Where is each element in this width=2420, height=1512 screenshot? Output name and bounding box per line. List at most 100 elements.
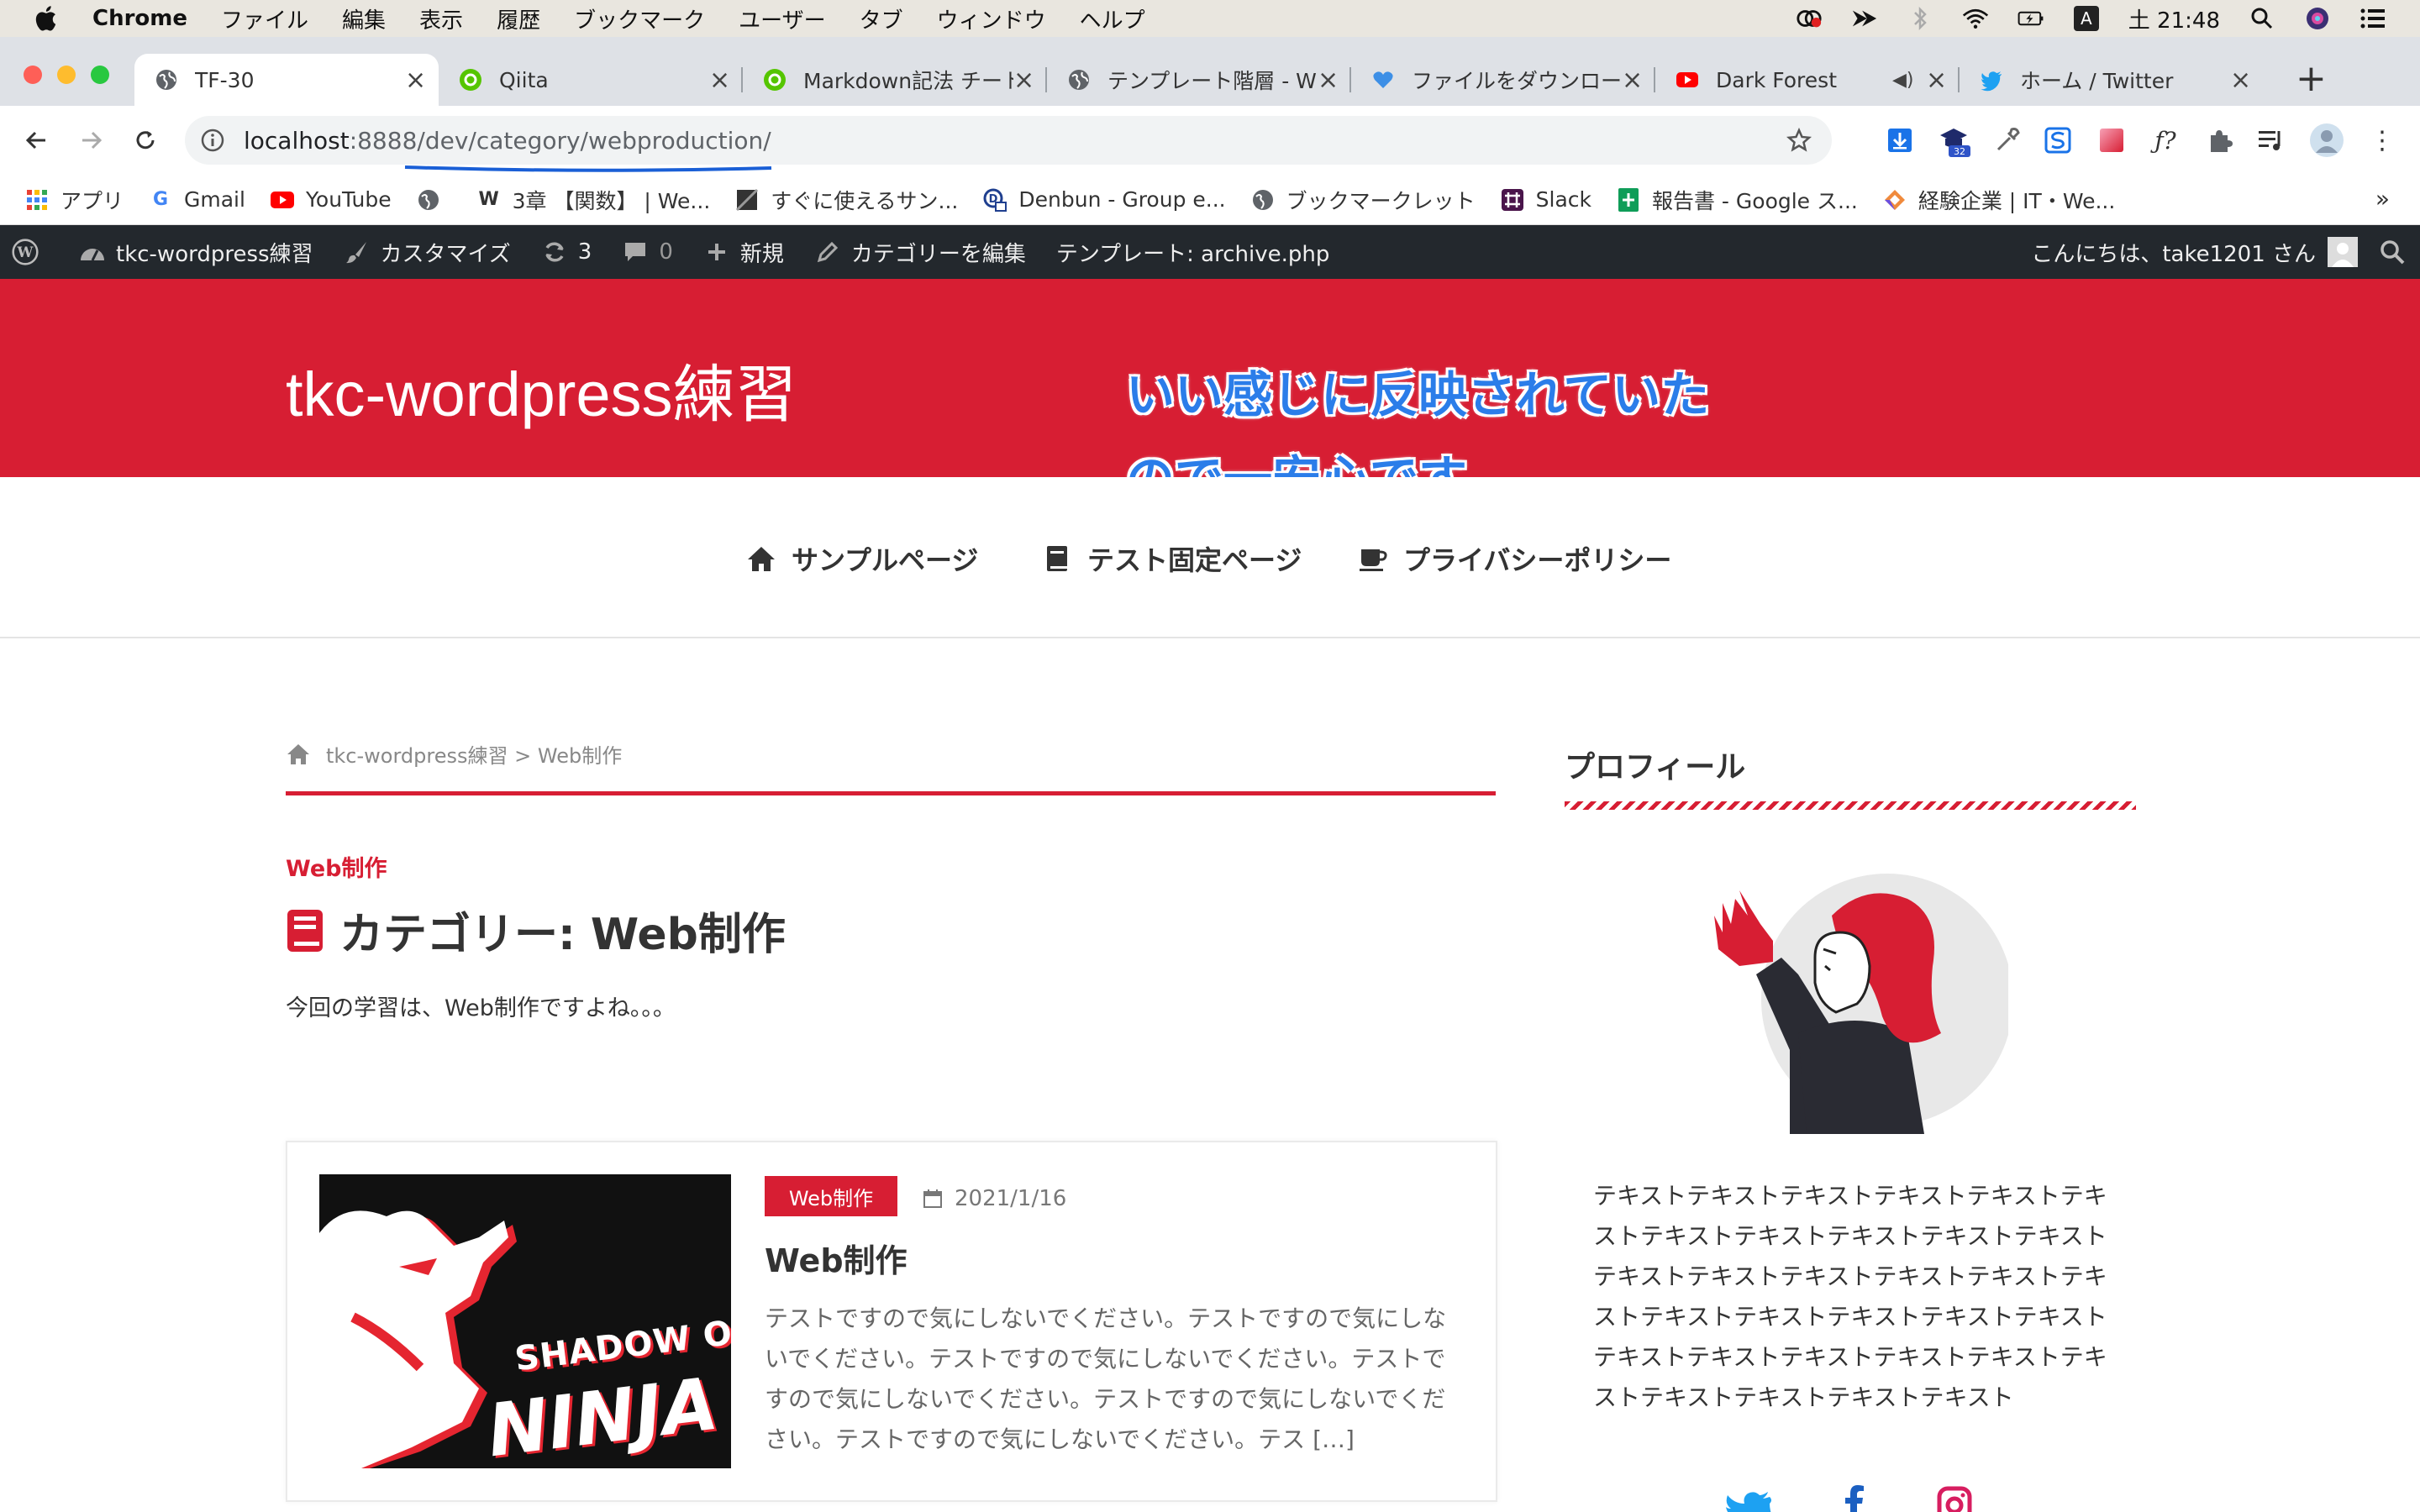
bookmark-report[interactable]: 報告書 - Google ス...: [1617, 185, 1858, 215]
eyedropper-extension-icon[interactable]: [1990, 123, 2025, 158]
tab-qiita[interactable]: Qiita ×: [439, 54, 743, 106]
denbun-icon: D: [983, 188, 1007, 212]
cap-extension-icon[interactable]: 32: [1936, 123, 1971, 158]
close-tab-icon[interactable]: ×: [405, 66, 426, 95]
apple-icon[interactable]: [32, 3, 62, 34]
close-tab-icon[interactable]: ×: [1622, 66, 1643, 95]
bookmark-slack[interactable]: Slack: [1501, 187, 1591, 212]
tab-markdown[interactable]: Markdown記法 チートシ ×: [743, 54, 1047, 106]
bookmark-denbun[interactable]: D Denbun - Group e...: [983, 187, 1226, 212]
extensions-puzzle-icon[interactable]: [2202, 123, 2237, 158]
diamond-icon: [1883, 188, 1907, 212]
breadcrumb-text[interactable]: tkc-wordpress練習 > Web制作: [326, 739, 622, 769]
facebook-icon[interactable]: [1828, 1485, 1879, 1512]
profile-avatar-icon[interactable]: [2309, 123, 2344, 158]
page-title-text: カテゴリー: Web制作: [339, 910, 786, 960]
more-bookmarks-icon[interactable]: »: [2375, 185, 2390, 213]
admin-site-link[interactable]: tkc-wordpress練習: [79, 237, 313, 268]
arrow-app-icon[interactable]: [1851, 6, 1878, 31]
menu-bookmarks[interactable]: ブックマーク: [574, 3, 705, 34]
input-method-icon[interactable]: A: [2073, 6, 2100, 31]
admin-customize-link[interactable]: カスタマイズ: [344, 237, 511, 268]
qiita-icon: [764, 69, 786, 91]
menu-history[interactable]: 履歴: [497, 3, 540, 34]
breadcrumb: tkc-wordpress練習 > Web制作: [286, 739, 622, 769]
bookmark-gmail[interactable]: G Gmail: [149, 187, 245, 212]
address-bar[interactable]: localhost:8888/dev/category/webproductio…: [185, 116, 1832, 165]
bookmark-label: YouTube: [305, 187, 392, 212]
url-text[interactable]: localhost:8888/dev/category/webproductio…: [244, 127, 771, 155]
post-title[interactable]: Web制作: [765, 1235, 908, 1281]
media-queue-icon[interactable]: [2254, 123, 2289, 158]
site-info-icon[interactable]: [200, 128, 225, 153]
instagram-icon[interactable]: [1929, 1485, 1980, 1512]
bookmark-star-icon[interactable]: [1786, 128, 1812, 153]
admin-template-info[interactable]: テンプレート: archive.php: [1056, 237, 1329, 268]
tab-file-download[interactable]: ファイルをダウンロー ×: [1351, 54, 1655, 106]
nav-item-privacy-policy[interactable]: プライバシーポリシー: [1358, 539, 1671, 578]
zoom-window-button[interactable]: [91, 66, 109, 84]
close-tab-icon[interactable]: ×: [1013, 66, 1034, 95]
bluetooth-icon[interactable]: [1907, 6, 1933, 31]
menu-edit[interactable]: 編集: [342, 3, 386, 34]
minimize-window-button[interactable]: [57, 66, 76, 84]
close-tab-icon[interactable]: ×: [2230, 66, 2251, 95]
siri-icon[interactable]: [2304, 6, 2331, 31]
tab-tf-30[interactable]: TF-30 ×: [134, 54, 439, 106]
nav-item-test-page[interactable]: テスト固定ページ: [1042, 539, 1302, 578]
gradient-extension-icon[interactable]: [2094, 123, 2129, 158]
reload-button[interactable]: [126, 121, 165, 160]
bookmark-sample[interactable]: すぐに使えるサン...: [735, 185, 958, 215]
forward-button[interactable]: [72, 121, 111, 160]
bookmark-label: Gmail: [184, 187, 245, 212]
admin-account[interactable]: こんにちは、take1201 さん: [2031, 225, 2420, 279]
menu-help[interactable]: ヘルプ: [1080, 3, 1145, 34]
bookmark-youtube[interactable]: YouTube: [270, 187, 392, 212]
bookmark-experience[interactable]: 経験企業 | IT・We...: [1883, 185, 2115, 215]
post-category-badge[interactable]: Web制作: [765, 1176, 897, 1216]
nav-item-sample-page[interactable]: サンプルページ: [746, 539, 978, 578]
bookmark-apps[interactable]: アプリ: [25, 185, 124, 215]
s-extension-icon[interactable]: [2040, 123, 2075, 158]
clock[interactable]: 土 21:48: [2128, 3, 2220, 34]
admin-comments-link[interactable]: 0: [622, 239, 673, 265]
bookmark-globe[interactable]: [417, 188, 452, 212]
creative-cloud-icon[interactable]: [1796, 6, 1823, 31]
menu-chrome[interactable]: Chrome: [92, 6, 187, 31]
admin-search-icon[interactable]: [2378, 238, 2407, 266]
tab-template-hierarchy[interactable]: テンプレート階層 - W ×: [1047, 54, 1351, 106]
close-tab-icon[interactable]: ×: [1926, 66, 1947, 95]
menu-file[interactable]: ファイル: [221, 3, 308, 34]
admin-edit-category-link[interactable]: カテゴリーを編集: [814, 237, 1026, 268]
wifi-icon[interactable]: [1962, 6, 1989, 31]
sheets-icon: [1617, 187, 1640, 212]
function-extension-icon[interactable]: ƒ?: [2148, 123, 2183, 158]
control-center-icon[interactable]: [2360, 6, 2386, 31]
menu-view[interactable]: 表示: [419, 3, 463, 34]
youtube-icon: [270, 188, 294, 212]
battery-icon[interactable]: [2018, 6, 2044, 31]
close-tab-icon[interactable]: ×: [1318, 66, 1339, 95]
tab-twitter[interactable]: ホーム / Twitter ×: [1960, 54, 2264, 106]
download-extension-icon[interactable]: [1882, 123, 1918, 158]
back-button[interactable]: [17, 121, 55, 160]
wp-logo-button[interactable]: W: [12, 239, 49, 265]
admin-new-link[interactable]: 新規: [703, 237, 784, 268]
audio-playing-icon[interactable]: ◀): [1892, 70, 1918, 91]
new-tab-button[interactable]: +: [2296, 57, 2327, 100]
bookmark-bookmarklet[interactable]: ブックマークレット: [1251, 185, 1476, 215]
twitter-icon[interactable]: [1723, 1485, 1773, 1512]
admin-updates-link[interactable]: 3: [541, 239, 592, 265]
menu-window[interactable]: ウィンドウ: [937, 3, 1046, 34]
post-thumbnail[interactable]: SHADOW OF NINJA: [319, 1174, 731, 1468]
menu-users[interactable]: ユーザー: [739, 3, 825, 34]
menu-tab[interactable]: タブ: [860, 3, 903, 34]
site-title[interactable]: tkc-wordpress練習: [286, 344, 797, 434]
chrome-menu-icon[interactable]: ⋮: [2365, 123, 2400, 158]
bookmark-chapter3[interactable]: W 3章 【関数】 | We...: [477, 185, 710, 215]
post-card[interactable]: SHADOW OF NINJA Web制作 2021/1/16 Web制作 テス…: [286, 1141, 1497, 1502]
close-window-button[interactable]: [24, 66, 42, 84]
tab-dark-forest[interactable]: Dark Forest ◀) ×: [1655, 54, 1960, 106]
close-tab-icon[interactable]: ×: [709, 66, 730, 95]
spotlight-search-icon[interactable]: [2249, 6, 2275, 31]
